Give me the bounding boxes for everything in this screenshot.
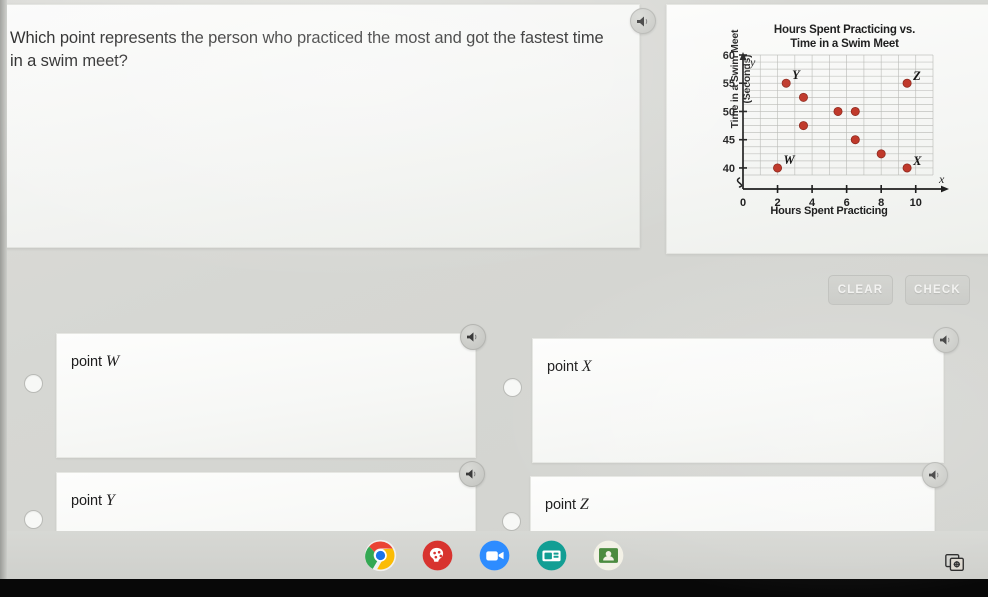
speaker-icon	[636, 16, 647, 26]
svg-text:6: 6	[844, 197, 850, 209]
radio-point-z[interactable]	[502, 512, 521, 531]
svg-text:40: 40	[723, 163, 735, 175]
svg-text:50: 50	[723, 106, 735, 118]
scatter-plot-svg: 0 2 4 6 8 10 40 45 50 55 60 y x W Y X Z	[723, 50, 949, 209]
zoom-video-icon	[479, 540, 509, 570]
question-panel: Which point represents the person who pr…	[0, 4, 640, 248]
speaker-icon	[929, 470, 939, 480]
data-point	[850, 106, 860, 116]
svg-text:8: 8	[878, 197, 884, 209]
zoom-video-icon[interactable]	[478, 539, 511, 572]
chart-panel: Hours Spent Practicing vs. Time in a Swi…	[666, 4, 988, 254]
screen-left-bezel	[0, 0, 7, 579]
data-point	[798, 121, 808, 131]
svg-text:55: 55	[723, 78, 735, 90]
data-point	[798, 92, 808, 102]
check-button[interactable]: CHECK	[905, 275, 970, 305]
data-point	[876, 149, 886, 159]
option-prefix-z: point	[545, 497, 576, 513]
svg-text:X: X	[912, 154, 922, 168]
data-point	[833, 106, 843, 116]
speaker-icon-option-x[interactable]	[933, 327, 959, 353]
clear-button[interactable]: CLEAR	[828, 275, 893, 305]
speaker-icon-option-y[interactable]	[459, 461, 485, 487]
svg-text:Y: Y	[792, 68, 801, 82]
option-point-x[interactable]: point X	[532, 338, 944, 463]
classroom-contact-icon[interactable]	[592, 539, 625, 572]
chart-title: Hours Spent Practicing vs. Time in a Swi…	[737, 23, 952, 51]
option-label-z: point Z	[545, 496, 589, 514]
screenshot-capture-icon[interactable]	[944, 551, 966, 573]
chrome-icon	[364, 539, 396, 571]
tablet-screen: Which point represents the person who pr…	[0, 0, 988, 597]
option-letter-x: X	[581, 358, 592, 375]
screenshot-capture-icon	[945, 553, 964, 571]
radio-point-w[interactable]	[24, 374, 43, 393]
svg-text:y: y	[749, 55, 756, 69]
taskbar	[0, 531, 988, 579]
screen-bottom-bezel	[0, 579, 988, 597]
question-text: Which point represents the person who pr…	[10, 29, 604, 71]
svg-text:W: W	[784, 153, 796, 167]
paint-brain-icon[interactable]	[421, 539, 454, 572]
option-letter-y: Y	[105, 492, 115, 509]
svg-text:60: 60	[723, 50, 735, 62]
data-point: Y	[781, 68, 801, 88]
svg-text:x: x	[938, 172, 945, 186]
speaker-icon	[940, 335, 950, 345]
data-point: X	[902, 154, 922, 173]
option-prefix-x: point	[547, 359, 578, 375]
data-point: W	[773, 153, 796, 173]
option-letter-z: Z	[579, 496, 589, 513]
data-point: Z	[902, 69, 921, 88]
option-label-y: point Y	[71, 492, 115, 510]
paint-brain-icon	[422, 540, 452, 570]
radio-point-x[interactable]	[503, 378, 522, 397]
presentation-icon[interactable]	[535, 539, 568, 572]
speaker-icon	[466, 469, 476, 479]
data-point	[850, 135, 860, 145]
option-letter-w: W	[105, 353, 120, 370]
option-prefix-w: point	[71, 354, 102, 370]
option-label-w: point W	[71, 353, 119, 371]
presentation-icon	[536, 540, 566, 570]
option-point-w[interactable]: point W	[56, 333, 476, 458]
control-buttons: CLEAR CHECK	[828, 275, 970, 305]
option-label-x: point X	[547, 358, 592, 376]
svg-text:Z: Z	[912, 69, 921, 83]
svg-text:10: 10	[910, 197, 922, 209]
svg-text:4: 4	[809, 197, 816, 209]
speaker-icon-question[interactable]	[630, 8, 656, 34]
answer-options: point W point X point Y point Z	[0, 320, 988, 597]
svg-text:45: 45	[723, 135, 735, 147]
chrome-icon[interactable]	[364, 539, 397, 572]
option-prefix-y: point	[71, 493, 102, 509]
svg-text:2: 2	[774, 197, 780, 209]
speaker-icon	[467, 332, 477, 342]
classroom-contact-icon	[593, 540, 623, 570]
svg-text:0: 0	[740, 197, 746, 209]
speaker-icon-option-w[interactable]	[460, 324, 486, 350]
radio-point-y[interactable]	[24, 510, 43, 529]
chart-title-line1: Hours Spent Practicing vs.	[773, 24, 916, 36]
speaker-icon-option-z[interactable]	[922, 462, 948, 488]
scatter-plot: Hours Spent Practicing vs. Time in a Swi…	[701, 23, 961, 233]
